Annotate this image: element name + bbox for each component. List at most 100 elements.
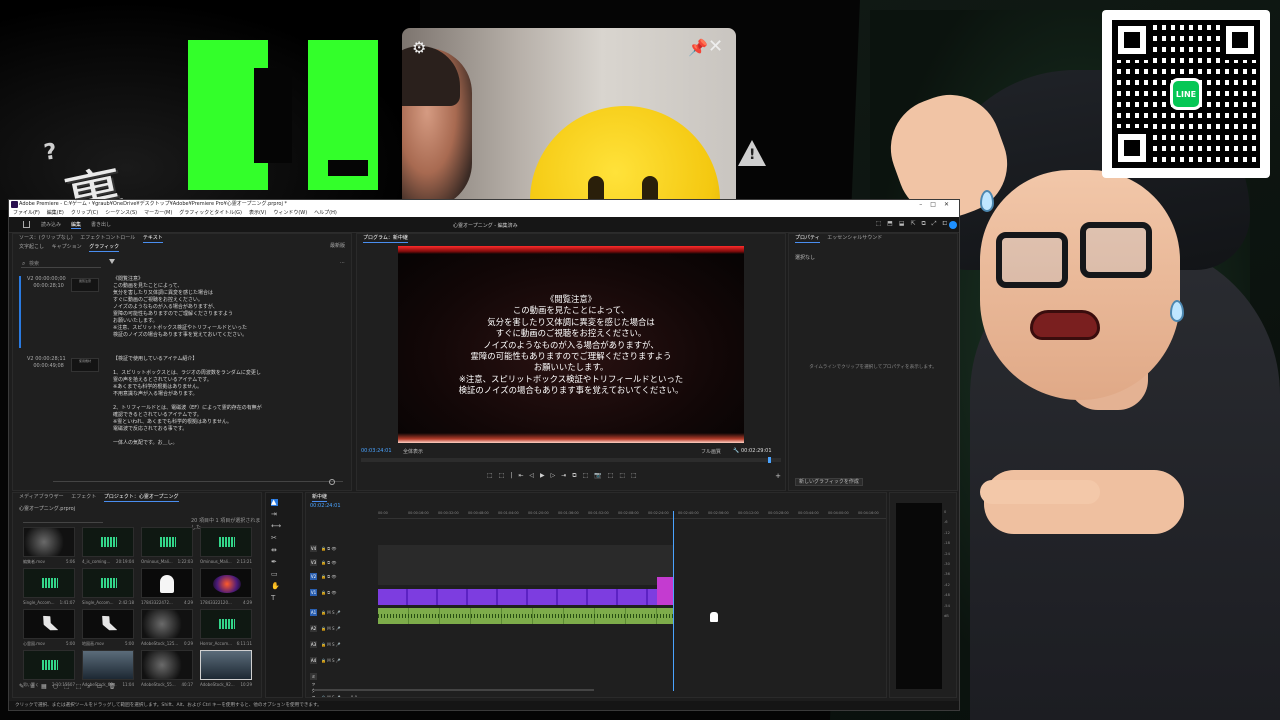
- window-controls[interactable]: –□✕: [919, 200, 957, 209]
- project-item[interactable]: 地図画.mov 5:00: [82, 609, 138, 653]
- menu-item[interactable]: 編集(E): [47, 210, 64, 216]
- project-footer-icons[interactable]: ✎≡▦○⬚⬚⌕▭🗑: [19, 683, 122, 691]
- project-item[interactable]: AdobeStock_55... 40:17: [141, 650, 197, 694]
- ripple-edit-icon[interactable]: ⟷: [271, 523, 281, 530]
- tab-import[interactable]: 読み込み: [41, 221, 61, 228]
- tab-sequence[interactable]: 新中継: [312, 493, 328, 502]
- playhead[interactable]: [768, 457, 772, 463]
- project-item[interactable]: 17843322472... 4:29: [141, 568, 197, 612]
- project-item[interactable]: Horror_Accom... 6:11:11: [200, 609, 256, 653]
- track-target[interactable]: ミックス: [310, 673, 317, 697]
- close-icon[interactable]: ✕: [708, 36, 723, 57]
- tab-export[interactable]: 書き出し: [91, 221, 111, 228]
- program-scrubber[interactable]: [361, 457, 781, 463]
- sequence-timecode[interactable]: 00:02:24:01: [310, 503, 341, 509]
- empty-track-area[interactable]: [378, 545, 674, 585]
- wrench-icon[interactable]: 🔧: [733, 448, 739, 454]
- quality-dropdown[interactable]: フル画質: [701, 448, 721, 455]
- menu-item[interactable]: マーカー(M): [144, 210, 172, 216]
- tab-project[interactable]: プロジェクト：心霊オープニング: [103, 493, 179, 502]
- eye-icon[interactable]: 🔒 ⧉ 👁: [321, 560, 336, 565]
- tab-program[interactable]: プログラム：新中継: [363, 234, 408, 243]
- project-item[interactable]: Single_Accom... 1:41:07: [23, 568, 79, 612]
- tab-properties[interactable]: プロパティ: [795, 234, 820, 243]
- menu-item[interactable]: 表示(V): [249, 210, 266, 216]
- slip-icon[interactable]: ⇹: [271, 547, 278, 554]
- mute-icon[interactable]: 🔒 M S 🎤: [321, 695, 341, 697]
- menu-item[interactable]: グラフィックとタイトル(G): [179, 210, 242, 216]
- project-item[interactable]: Ominous_Mali... 2:13:21: [200, 527, 256, 571]
- subtab-graphics[interactable]: グラフィック: [89, 243, 120, 252]
- current-timecode[interactable]: 00:03:24:01: [361, 448, 392, 454]
- avatar[interactable]: [949, 221, 957, 229]
- track-target[interactable]: A4: [310, 657, 317, 664]
- track-header[interactable]: ミックス 🔒 M S 🎤 0.0: [310, 673, 376, 697]
- new-graphic-button[interactable]: 新しいグラフィックを作成: [795, 478, 863, 486]
- time-ruler[interactable]: 00:00 00:00:16:00 00:00:32:00 00:00:48:00 00…: [378, 511, 886, 519]
- project-item[interactable]: 17843322120... 4:29: [200, 568, 256, 612]
- tab-media-browser[interactable]: メディアブラウザー: [19, 493, 64, 501]
- mute-icon[interactable]: 🔒 M S 🎤: [321, 642, 341, 647]
- hand-icon[interactable]: ✋: [271, 583, 280, 590]
- menu-item[interactable]: クリップ(C): [71, 210, 98, 216]
- project-item[interactable]: 編集者.mov 5:06: [23, 527, 79, 571]
- mix-value[interactable]: 0.0: [351, 695, 357, 697]
- zoom-scrollbar[interactable]: [53, 481, 343, 482]
- timeline-playhead[interactable]: [673, 511, 674, 691]
- zoom-knob[interactable]: [329, 479, 335, 485]
- project-item[interactable]: Ominous_Mali... 1:22:03: [141, 527, 197, 571]
- tab-essential-sound[interactable]: エッセンシャルサウンド: [827, 234, 882, 242]
- subtab-transcript[interactable]: 文字起こし: [19, 243, 44, 251]
- menu-item[interactable]: ヘルプ(H): [314, 210, 337, 216]
- track-header[interactable]: V3 🔒 ⧉ 👁: [310, 559, 376, 573]
- track-header[interactable]: A4 🔒 M S 🎤: [310, 657, 376, 671]
- track-header[interactable]: V4 🔒 ⧉ 👁: [310, 545, 376, 559]
- track-target[interactable]: A1: [310, 609, 317, 616]
- home-icon[interactable]: [23, 221, 30, 228]
- track-header[interactable]: A3 🔒 M S 🎤: [310, 641, 376, 655]
- mute-icon[interactable]: 🔒 M S 🎤: [321, 658, 341, 663]
- track-header[interactable]: A1 🔒 M S 🎤: [310, 609, 376, 623]
- transport-controls[interactable]: ⬚⬚|⇤◁▶▷⇥⧉⬚📷⬚⬚⬚: [487, 472, 643, 480]
- razor-icon[interactable]: ✂: [271, 535, 278, 542]
- mute-icon[interactable]: 🔒 M S 🎤: [321, 610, 341, 615]
- audio-clip[interactable]: [378, 608, 674, 624]
- gear-icon[interactable]: ⚙: [412, 38, 426, 57]
- timeline-scrollbar[interactable]: [314, 689, 594, 691]
- tab-effects[interactable]: エフェクト: [71, 493, 96, 501]
- track-header[interactable]: V1 🔒 ⧉ 👁: [310, 589, 376, 603]
- mute-icon[interactable]: 🔒 M S 🎤: [321, 626, 341, 631]
- project-item[interactable]: AdobeStock_92... 10:29: [200, 650, 256, 694]
- track-target[interactable]: V4: [310, 545, 317, 552]
- subtab-captions[interactable]: キャプション: [52, 243, 82, 251]
- header-icons[interactable]: ⬚⬒⬓⇱⧉⤢⧠: [875, 220, 953, 228]
- search-input[interactable]: 検索: [21, 260, 101, 268]
- search-input[interactable]: [23, 517, 103, 523]
- menu-item[interactable]: シーケンス(S): [105, 210, 137, 216]
- more-icon[interactable]: ⋯: [340, 260, 345, 266]
- track-target[interactable]: V2: [310, 573, 317, 580]
- track-target[interactable]: V1: [310, 589, 317, 596]
- caption-text[interactable]: 【検証で使用しているアイテム紹介】 1、スピリットボックスとは、ラジオの周波数を…: [113, 356, 343, 447]
- selection-tool-icon[interactable]: ▲: [271, 499, 278, 506]
- track-target[interactable]: A2: [310, 625, 317, 632]
- graphic-clip[interactable]: [657, 577, 674, 605]
- tab-edit[interactable]: 編集: [71, 221, 82, 229]
- rectangle-icon[interactable]: ▭: [271, 571, 278, 578]
- track-select-icon[interactable]: ⇥: [271, 511, 278, 518]
- menu-item[interactable]: ファイル(F): [13, 210, 40, 216]
- caption-block[interactable]: V2 00:00:00;00 00:00:28;10 閲覧注意 《閲覧注意》 こ…: [19, 276, 349, 348]
- program-video[interactable]: 《閲覧注意》 この動画を見たことによって、 気分を害したり又体調に異変を感じた場…: [398, 246, 744, 443]
- pin-icon[interactable]: 📌: [688, 38, 708, 57]
- eye-icon[interactable]: 🔒 ⧉ 👁: [321, 590, 336, 595]
- project-item[interactable]: 4_is_coming... 20:19:04: [82, 527, 138, 571]
- menu-item[interactable]: ウィンドウ(W): [273, 210, 307, 216]
- caption-text[interactable]: 《閲覧注意》 この動画を見たことによって、 気分を害したり又体調に異変を感じた場…: [113, 276, 343, 339]
- track-target[interactable]: V3: [310, 559, 317, 566]
- project-item[interactable]: 心霊図.mov 5:00: [23, 609, 79, 653]
- caption-block[interactable]: V2 00:00:28;11 00:00:49;08 使用機材 【検証で使用して…: [19, 356, 349, 456]
- type-icon[interactable]: T: [271, 595, 278, 602]
- tab-effect-controls[interactable]: エフェクトコントロール: [80, 234, 135, 242]
- project-item[interactable]: Single_Accom... 2:42:18: [82, 568, 138, 612]
- project-item[interactable]: AdobeStock_125... 0:29: [141, 609, 197, 653]
